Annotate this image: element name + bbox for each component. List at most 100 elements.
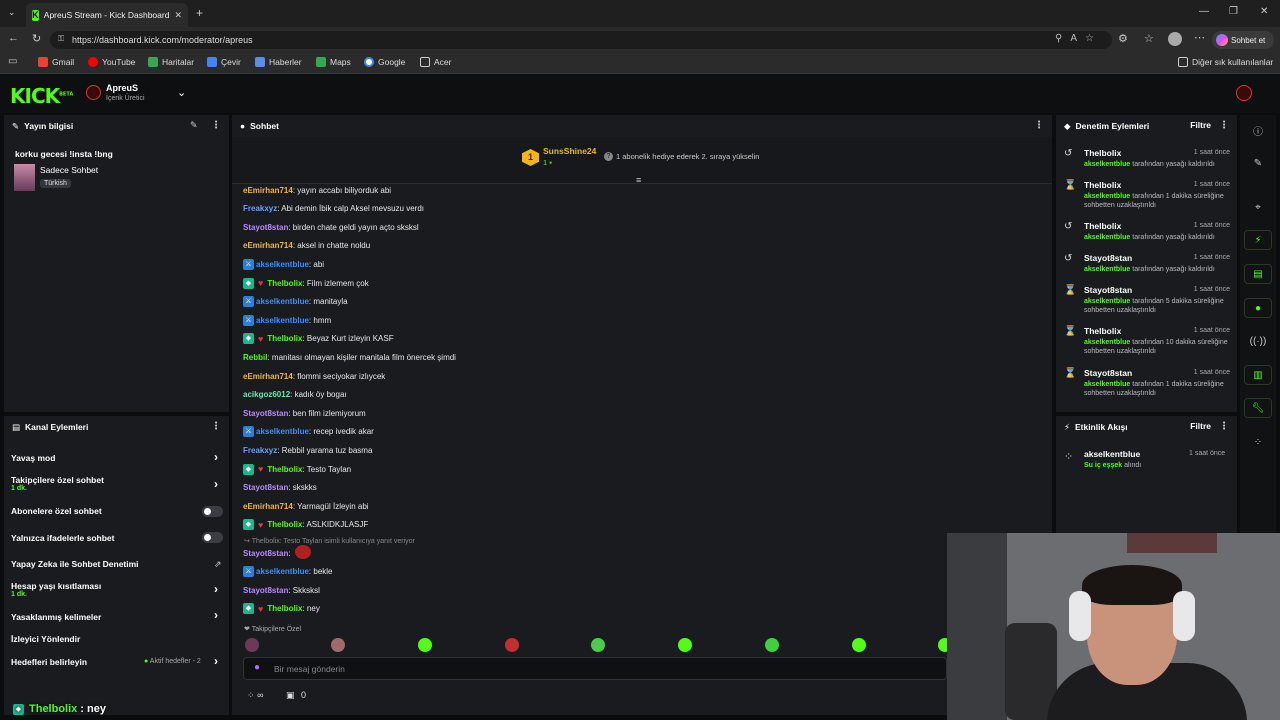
reading-list-icon[interactable]: ▭ <box>8 56 17 67</box>
chat-message[interactable]: acikgoz6012: kadık öy bogaı <box>243 388 347 402</box>
chat-username[interactable]: Rebbil <box>243 353 267 362</box>
subscribers-only-toggle[interactable] <box>202 506 223 517</box>
channel-avatar[interactable] <box>86 85 101 100</box>
emote[interactable] <box>591 638 605 652</box>
chat-username[interactable]: akselkentblue <box>256 567 309 576</box>
chat-message[interactable]: ◆ ♥ Thelbolix: Film izlemem çok <box>243 276 369 290</box>
lightning-icon[interactable]: ⚡ <box>1244 230 1272 250</box>
user-avatar[interactable] <box>1236 85 1252 101</box>
slow-mode-item[interactable]: Yavaş mod <box>11 453 55 463</box>
chat-message[interactable]: Stayot8stan: Skksksl <box>243 583 320 597</box>
followers-only-item[interactable]: Takipçilere özel sohbet 1 dk. <box>11 475 104 492</box>
more-options-icon[interactable]: ⋮ <box>211 120 221 131</box>
tab-list-icon[interactable]: ⌄ <box>8 7 16 18</box>
edit-icon[interactable]: ✎ <box>190 120 198 131</box>
more-options-icon[interactable]: ⋮ <box>1219 421 1229 432</box>
chevron-right-icon[interactable]: › <box>214 654 218 668</box>
new-tab-button[interactable]: + <box>196 6 203 20</box>
chat-username[interactable]: acikgoz6012 <box>243 390 290 399</box>
chat-username[interactable]: Stayot8stan <box>243 409 288 418</box>
profile-avatar-icon[interactable] <box>1168 32 1182 46</box>
mod-action-item[interactable]: ↺ Thelbolix 1 saat önce akselkentblue taraf… <box>1064 221 1230 249</box>
chat-message[interactable]: Freakxyz: Rebbil yarama tuz basma <box>243 443 372 457</box>
mod-action-item[interactable]: ↺ Stayot8stan 1 saat önce akselkentblue tar… <box>1064 253 1230 281</box>
close-window-icon[interactable]: ✕ <box>1260 6 1268 17</box>
chat-username[interactable]: akselkentblue <box>256 427 309 436</box>
address-actions-icons[interactable]: ⚲A☆ <box>1055 33 1102 44</box>
chat-username[interactable]: Freakxyz <box>243 204 277 213</box>
chat-message[interactable]: ⚔ akselkentblue: bekle <box>243 565 333 579</box>
bookmark-haberler[interactable]: Haberler <box>255 57 302 67</box>
external-link-icon[interactable]: ⇗ <box>214 559 222 570</box>
chat-message[interactable]: eEmirhan714: yayın accabı biliyorduk abi <box>243 183 391 197</box>
layout-icon[interactable]: ▥ <box>1244 365 1272 385</box>
bookmark-acer[interactable]: Acer <box>420 57 451 67</box>
bookmark-cevir[interactable]: Çevir <box>207 57 241 67</box>
chat-message[interactable]: Rebbil: manitası olmayan kişiler manital… <box>243 350 456 364</box>
emote[interactable] <box>245 638 259 652</box>
wrench-icon[interactable]: 🔧︎ <box>1244 398 1272 418</box>
channel-switch-chevron-icon[interactable]: ⌄ <box>177 86 186 99</box>
chevron-right-icon[interactable]: › <box>214 608 218 622</box>
filter-button[interactable]: Filtre <box>1190 120 1211 130</box>
chat-username[interactable]: Thelbolix <box>267 604 302 613</box>
chevron-right-icon[interactable]: › <box>214 450 218 464</box>
chat-username[interactable]: eEmirhan714 <box>243 502 293 511</box>
emote[interactable] <box>505 638 519 652</box>
target-icon[interactable]: ⌖ <box>1244 197 1272 217</box>
chat-username[interactable]: akselkentblue <box>256 316 309 325</box>
chat-username[interactable]: akselkentblue <box>256 260 309 269</box>
chat-username[interactable]: Thelbolix <box>267 334 302 343</box>
chat-username[interactable]: eEmirhan714 <box>243 186 293 195</box>
ai-moderation-item[interactable]: Yapay Zeka ile Sohbet Denetimi <box>11 559 139 569</box>
mod-action-item[interactable]: ⌛ Thelbolix 1 saat önce akselkentblue taraf… <box>1064 180 1230 216</box>
microphone-icon[interactable]: ● <box>254 662 260 673</box>
emote[interactable] <box>678 638 692 652</box>
chat-message[interactable]: Stayot8stan: ben film izlemiyorum <box>243 406 366 420</box>
more-options-icon[interactable]: ⋮ <box>1219 120 1229 131</box>
chat-message[interactable]: ◆ ♥ Thelbolix: ASLKIDKJLASJF <box>243 518 368 532</box>
refresh-icon[interactable]: ↻ <box>32 32 41 45</box>
copilot-button[interactable]: Sohbet et <box>1212 31 1274 49</box>
bookmark-gmail[interactable]: Gmail <box>38 57 74 67</box>
banned-words-item[interactable]: Yasaklanmış kelimeler <box>11 612 101 622</box>
bookmark-google[interactable]: Google <box>364 57 405 67</box>
emote[interactable] <box>852 638 866 652</box>
chat-username[interactable]: eEmirhan714 <box>243 241 293 250</box>
chevron-right-icon[interactable]: › <box>214 582 218 596</box>
gift-counter[interactable]: ▣ 0 <box>286 690 306 701</box>
extensions-icon[interactable]: ⚙ <box>1118 32 1128 45</box>
mod-action-item[interactable]: ⌛ Thelbolix 1 saat önce akselkentblue taraf… <box>1064 326 1230 362</box>
chat-username[interactable]: Stayot8stan <box>243 549 288 558</box>
account-age-item[interactable]: Hesap yaşı kısıtlaması 1 dk. <box>11 581 101 598</box>
chat-username[interactable]: Thelbolix <box>267 520 302 529</box>
back-icon[interactable]: ← <box>8 32 19 44</box>
chat-message[interactable]: Stayot8stan: birden chate geldi yayın aç… <box>243 220 419 234</box>
chat-message[interactable]: Freakxyz: Abi demin İbik calp Aksel mevs… <box>243 202 424 216</box>
document-icon[interactable]: ▤ <box>1244 264 1272 284</box>
chevron-right-icon[interactable]: › <box>214 477 218 491</box>
mod-action-item[interactable]: ⌛ Stayot8stan 1 saat önce akselkentblue tar… <box>1064 285 1230 321</box>
bookmark-youtube[interactable]: YouTube <box>88 57 135 67</box>
url-field[interactable]: ⚿ https://dashboard.kick.com/moderator/a… <box>50 31 1112 49</box>
chat-message[interactable]: ⚔ akselkentblue: manitayla <box>243 295 348 309</box>
chat-message[interactable]: Stayot8stan: <box>243 546 291 560</box>
chat-message[interactable]: eEmirhan714: aksel in chatte noldu <box>243 239 370 253</box>
emote[interactable] <box>331 638 345 652</box>
minimize-icon[interactable]: — <box>1199 6 1209 17</box>
browser-tab[interactable]: K ApreuS Stream - Kick Dashboard ✕ <box>26 3 188 27</box>
chat-username[interactable]: Thelbolix <box>267 279 302 288</box>
top-gifter-name[interactable]: SunsShine24 <box>543 146 596 156</box>
maximize-icon[interactable]: ❐ <box>1229 6 1238 17</box>
broadcast-icon[interactable]: ((·)) <box>1244 331 1272 351</box>
chat-message[interactable]: Stayot8stan: skskks <box>243 481 317 495</box>
other-bookmarks[interactable]: Diğer sık kullanılanlar <box>1178 57 1273 67</box>
chat-message[interactable]: eEmirhan714: flommi seciyokar izlıycek <box>243 369 385 383</box>
more-options-icon[interactable]: ⋮ <box>1034 120 1044 131</box>
emote[interactable] <box>418 638 432 652</box>
bookmark-maps[interactable]: Maps <box>316 57 351 67</box>
kick-logo[interactable]: KICKBETA <box>10 84 73 108</box>
chat-username[interactable]: Stayot8stan <box>243 586 288 595</box>
chat-message[interactable]: eEmirhan714: Yarmagül İzleyin abi <box>243 499 369 513</box>
more-options-icon[interactable]: ⋮ <box>211 421 221 432</box>
